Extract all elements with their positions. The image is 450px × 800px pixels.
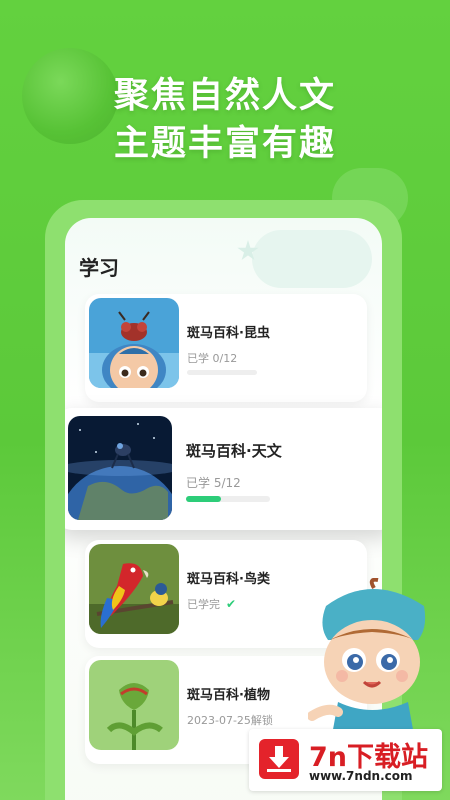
progress-bar — [187, 370, 257, 375]
course-title: 斑马百科·天文 — [186, 442, 282, 460]
download-arrow-icon — [259, 739, 299, 779]
mascot-boy — [307, 577, 440, 746]
watermark: 7n下载站 www.7ndn.com — [249, 729, 442, 791]
course-thumbnail-plants — [89, 660, 179, 750]
screen-decoration — [252, 230, 372, 288]
course-status: 已学完 ✔ — [187, 596, 236, 612]
headline-line-2: 主题丰富有趣 — [113, 124, 336, 164]
course-thumbnail-insects — [89, 298, 179, 388]
promo-headline: 聚焦自然人文 主题丰富有趣 — [0, 72, 450, 168]
course-thumbnail-astronomy — [68, 416, 172, 520]
course-title: 斑马百科·昆虫 — [187, 326, 270, 341]
unlock-date: 2023-07-25解锁 — [187, 714, 273, 727]
course-title: 斑马百科·植物 — [187, 688, 270, 703]
section-title: 学习 — [79, 256, 119, 280]
progress-fill — [186, 496, 221, 502]
course-status-text: 已学完 — [187, 598, 220, 611]
watermark-url: www.7ndn.com — [309, 769, 413, 783]
course-card-insects[interactable]: 斑马百科·昆虫 已学 0/12 — [85, 294, 367, 402]
course-thumbnail-birds — [89, 544, 179, 634]
headline-line-1: 聚焦自然人文 — [113, 76, 336, 116]
course-progress-text: 已学 0/12 — [187, 352, 238, 365]
progress-bar — [186, 496, 270, 502]
course-title: 斑马百科·鸟类 — [187, 572, 270, 587]
course-progress-text: 已学 5/12 — [186, 476, 241, 490]
check-icon: ✔ — [226, 597, 237, 611]
course-card-astronomy[interactable]: 斑马百科·天文 已学 5/12 — [65, 408, 382, 530]
